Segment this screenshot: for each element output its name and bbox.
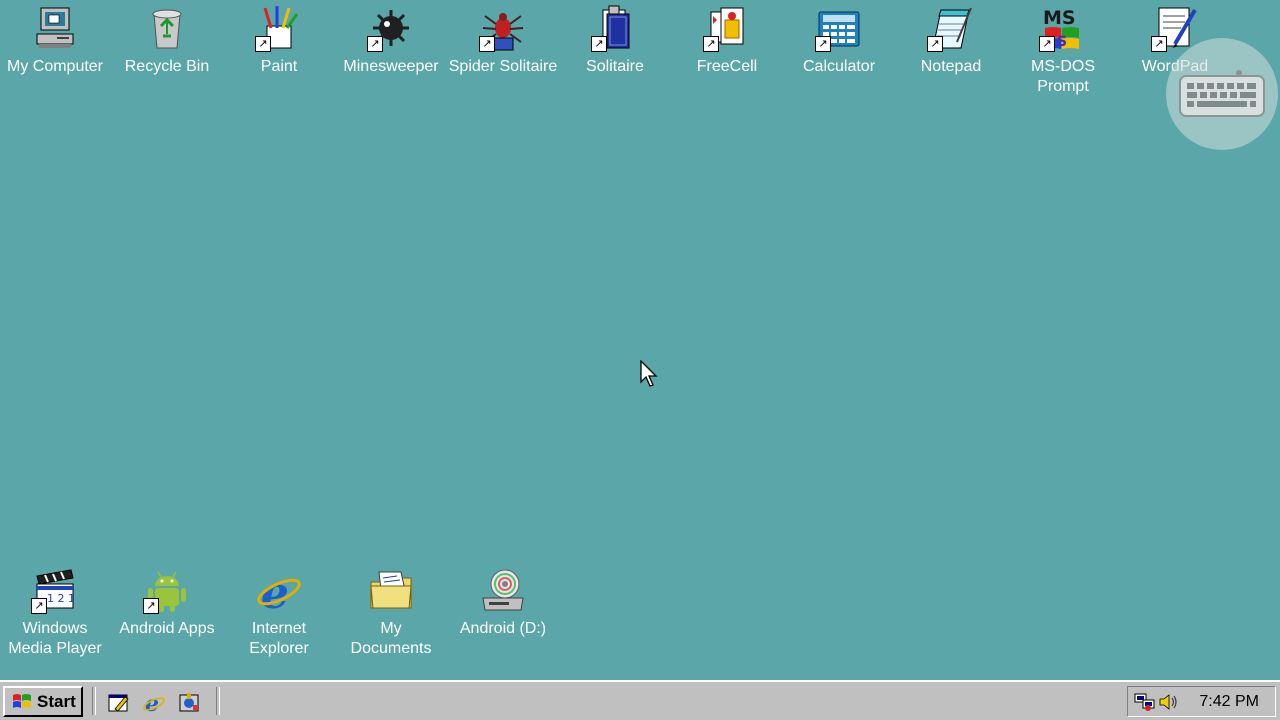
desktop-icon-minesweeper[interactable]: ↗ Minesweeper xyxy=(335,2,447,77)
desktop-icon-label: My Documents xyxy=(350,620,432,657)
shortcut-arrow-icon: ↗ xyxy=(143,598,159,614)
ie-icon: e xyxy=(253,564,305,616)
start-label: Start xyxy=(37,691,76,711)
desktop-icon-label: MS-DOS Prompt xyxy=(1031,58,1095,95)
desktop-icon-android-d[interactable]: Android (D:) xyxy=(447,564,559,639)
desktop-icon-label: Recycle Bin xyxy=(124,58,210,75)
svg-text:MS: MS xyxy=(1043,7,1076,29)
taskbar-separator xyxy=(92,687,96,715)
channels-icon[interactable] xyxy=(176,690,202,716)
shortcut-arrow-icon: ↗ xyxy=(703,36,719,52)
desktop-icon-freecell[interactable]: ↗ FreeCell xyxy=(671,2,783,77)
desktop-icon-label: Android (D:) xyxy=(459,620,547,637)
desktop-icon-windows-media-player[interactable]: 1 2 1 ↗ Windows Media Player xyxy=(0,564,111,659)
clapper-icon: 1 2 1 ↗ xyxy=(29,564,81,616)
shortcut-arrow-icon: ↗ xyxy=(255,36,271,52)
shortcut-arrow-icon: ↗ xyxy=(815,36,831,52)
shortcut-arrow-icon: ↗ xyxy=(1151,36,1167,52)
desktop-icon-label: Minesweeper xyxy=(343,58,439,75)
folder-icon xyxy=(365,564,417,616)
desktop-icon-label: Internet Explorer xyxy=(249,620,309,657)
virtual-keyboard-button[interactable] xyxy=(1166,38,1278,150)
shortcut-arrow-icon: ↗ xyxy=(479,36,495,52)
paint-icon: ↗ xyxy=(253,2,305,54)
desktop-icon-label: Solitaire xyxy=(586,58,644,75)
android-icon: ↗ xyxy=(141,564,193,616)
taskbar: Start e 7:42 PM xyxy=(0,680,1280,720)
desktop-icon-spider-solitaire[interactable]: ↗ Spider Solitaire xyxy=(447,2,559,77)
windows-logo-icon xyxy=(13,693,31,708)
desktop-icon-notepad[interactable]: ↗ Notepad xyxy=(895,2,1007,77)
shortcut-arrow-icon: ↗ xyxy=(31,598,47,614)
desktop[interactable]: My Computer Recycle Bin ↗ Paint ↗ Minesweeper… xyxy=(0,0,1280,680)
desktop-icon-label: Notepad xyxy=(920,58,982,75)
keyboard-icon xyxy=(1179,70,1265,117)
desktop-icon-label: Android Apps xyxy=(119,620,215,637)
desktop-icon-label: Spider Solitaire xyxy=(448,58,558,75)
volume-icon[interactable] xyxy=(1158,692,1180,712)
start-button[interactable]: Start xyxy=(3,686,83,717)
msdos-icon: MS S ↗ xyxy=(1037,2,1089,54)
recycle-bin-icon xyxy=(141,2,193,54)
desktop-icon-solitaire[interactable]: ↗ Solitaire xyxy=(559,2,671,77)
desktop-icon-ms-dos-prompt[interactable]: MS S ↗ MS-DOS Prompt xyxy=(1007,2,1119,97)
shortcut-arrow-icon: ↗ xyxy=(367,36,383,52)
desktop-icon-label: Calculator xyxy=(802,58,876,75)
desktop-icon-label: My Computer xyxy=(6,58,104,75)
system-tray: 7:42 PM xyxy=(1127,686,1276,717)
mine-icon: ↗ xyxy=(365,2,417,54)
ie-quicklaunch-icon[interactable]: e xyxy=(141,690,167,716)
cards-icon: ↗ xyxy=(589,2,641,54)
desktop-icon-calculator[interactable]: ↗ Calculator xyxy=(783,2,895,77)
desktop-icon-label: Paint xyxy=(260,58,298,75)
desktop-icon-my-documents[interactable]: My Documents xyxy=(335,564,447,659)
shortcut-arrow-icon: ↗ xyxy=(591,36,607,52)
desktop-icon-paint[interactable]: ↗ Paint xyxy=(223,2,335,77)
desktop-icon-label: Windows Media Player xyxy=(8,620,102,657)
show-desktop-icon[interactable] xyxy=(106,690,132,716)
mouse-cursor-icon xyxy=(640,360,658,387)
desktop-icon-internet-explorer[interactable]: e Internet Explorer xyxy=(223,564,335,659)
shortcut-arrow-icon: ↗ xyxy=(927,36,943,52)
network-icon[interactable] xyxy=(1134,692,1156,712)
shortcut-arrow-icon: ↗ xyxy=(1039,36,1055,52)
notepad-icon: ↗ xyxy=(925,2,977,54)
svg-text:1 2 1: 1 2 1 xyxy=(47,592,75,605)
desktop-icon-label: FreeCell xyxy=(696,58,758,75)
calculator-icon: ↗ xyxy=(813,2,865,54)
taskbar-separator xyxy=(216,687,220,715)
computer-icon xyxy=(29,2,81,54)
desktop-icon-my-computer[interactable]: My Computer xyxy=(0,2,111,77)
svg-text:S: S xyxy=(1057,34,1067,50)
spider-icon: ↗ xyxy=(477,2,529,54)
desktop-icon-android-apps[interactable]: ↗ Android Apps xyxy=(111,564,223,639)
freecell-icon: ↗ xyxy=(701,2,753,54)
cd-drive-icon xyxy=(477,564,529,616)
desktop-icon-recycle-bin[interactable]: Recycle Bin xyxy=(111,2,223,77)
clock[interactable]: 7:42 PM xyxy=(1199,693,1259,711)
